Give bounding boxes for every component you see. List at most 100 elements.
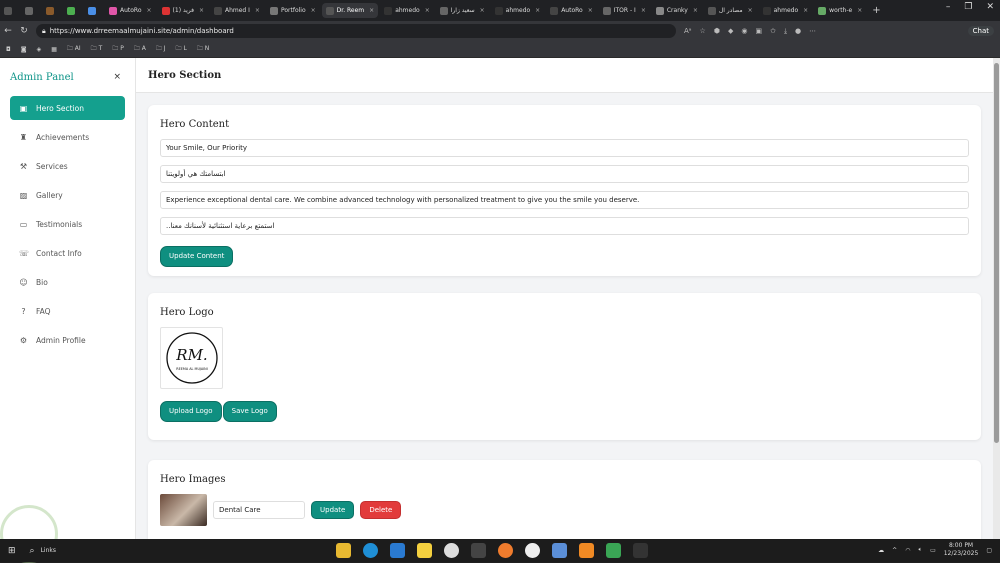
browser-tab[interactable]: (1) فريد ×: [158, 3, 208, 18]
bookmark-icon[interactable]: ◙: [21, 46, 27, 53]
app-icon[interactable]: [525, 543, 540, 558]
close-tab-icon[interactable]: ×: [803, 7, 808, 14]
favorites-icon[interactable]: ✩: [770, 27, 776, 36]
browser-tab[interactable]: [0, 3, 19, 18]
bookmark-folder[interactable]: 🗀︎ P: [112, 44, 124, 54]
close-tab-icon[interactable]: ×: [425, 7, 430, 14]
bookmark-folder[interactable]: 🗀︎ AI: [67, 44, 81, 54]
hero-title-en-input[interactable]: Your Smile, Our Priority: [160, 139, 969, 157]
close-tab-icon[interactable]: ×: [147, 7, 152, 14]
browser-tab[interactable]: [21, 3, 40, 18]
close-tab-icon[interactable]: ×: [535, 7, 540, 14]
bookmark-folder[interactable]: 🗀︎ L: [176, 44, 187, 54]
delete-image-button[interactable]: Delete: [360, 501, 402, 519]
save-logo-button[interactable]: Save Logo: [222, 400, 277, 422]
browser-tab[interactable]: Portfolio ×: [266, 3, 320, 18]
volume-icon[interactable]: 🔈︎: [918, 546, 922, 554]
close-tab-icon[interactable]: ×: [588, 7, 593, 14]
browser-tab[interactable]: worth-e ×: [814, 3, 866, 18]
weather-icon[interactable]: ☁: [878, 547, 884, 554]
sidebar-item-gallery[interactable]: ▨ Gallery: [10, 183, 125, 207]
sidebar-item-faq[interactable]: ? FAQ: [10, 299, 125, 323]
browser-tab[interactable]: ahmedo ×: [380, 3, 434, 18]
close-tab-icon[interactable]: ×: [748, 7, 753, 14]
sidebar-item-testimonials[interactable]: ▭ Testimonials: [10, 212, 125, 236]
url-field[interactable]: 🔒︎ https://www.drreemaalmujaini.site/adm…: [36, 24, 676, 38]
close-tab-icon[interactable]: ×: [199, 7, 204, 14]
taskbar-search-label[interactable]: Links: [41, 547, 56, 554]
close-tab-icon[interactable]: ×: [369, 7, 374, 14]
update-content-button[interactable]: Update Content: [160, 245, 234, 267]
update-image-button[interactable]: Update: [311, 501, 355, 519]
start-icon[interactable]: ⊞: [8, 546, 16, 556]
browser-tab[interactable]: Cranky ×: [652, 3, 702, 18]
bookmark-folder[interactable]: 🗀︎ A: [134, 44, 146, 54]
browser-tab[interactable]: ITOR - I ×: [599, 3, 650, 18]
browser-tab[interactable]: [84, 3, 103, 18]
bookmark-folder[interactable]: 🗀︎ N: [197, 44, 209, 54]
browser-tab[interactable]: مصادر ال ×: [704, 3, 757, 18]
extension-icon[interactable]: ⬢: [714, 27, 720, 36]
browser-tab[interactable]: Dr. Reem ×: [321, 3, 379, 18]
search-icon[interactable]: ⌕: [30, 546, 35, 556]
downloads-icon[interactable]: ⤓: [784, 27, 787, 36]
chat-button[interactable]: Chat: [967, 26, 994, 36]
close-window-icon[interactable]: ✕: [986, 2, 994, 12]
app-icon[interactable]: [444, 543, 459, 558]
browser-tab[interactable]: ahmedo ×: [491, 3, 545, 18]
maximize-icon[interactable]: ❐: [964, 2, 972, 12]
close-tab-icon[interactable]: ×: [480, 7, 485, 14]
wifi-icon[interactable]: ◠: [905, 547, 910, 554]
scrollbar-thumb[interactable]: [994, 63, 999, 443]
chevron-up-icon[interactable]: ^: [892, 547, 897, 554]
file-explorer-icon[interactable]: [336, 543, 351, 558]
hero-subtitle-en-input[interactable]: Experience exceptional dental care. We c…: [160, 191, 969, 209]
upload-logo-button[interactable]: Upload Logo: [160, 400, 222, 422]
battery-icon[interactable]: ▭: [930, 547, 936, 554]
sidebar-item-services[interactable]: ⚒ Services: [10, 154, 125, 178]
sidebar-item-achievements[interactable]: ♜ Achievements: [10, 125, 125, 149]
close-sidebar-icon[interactable]: ×: [113, 72, 121, 82]
close-tab-icon[interactable]: ×: [641, 7, 646, 14]
app-icon[interactable]: [471, 543, 486, 558]
page-scrollbar[interactable]: [993, 58, 1000, 539]
new-tab-icon[interactable]: +: [872, 5, 880, 16]
xampp-icon[interactable]: [579, 543, 594, 558]
browser-tab[interactable]: AutoRo ×: [546, 3, 597, 18]
sidebar-item-admin-profile[interactable]: ⚙ Admin Profile: [10, 328, 125, 352]
sidebar-item-bio[interactable]: ☺ Bio: [10, 270, 125, 294]
browser-tab[interactable]: [42, 3, 61, 18]
sidebar-item-hero-section[interactable]: ▣ Hero Section: [10, 96, 125, 120]
app-icon[interactable]: [552, 543, 567, 558]
sidebar-item-contact-info[interactable]: ☏ Contact Info: [10, 241, 125, 265]
app-icon[interactable]: [498, 543, 513, 558]
bookmark-icon[interactable]: ◈: [37, 46, 42, 53]
close-tab-icon[interactable]: ×: [255, 7, 260, 14]
bookmark-icon[interactable]: ◘: [6, 46, 11, 53]
bookmark-folder[interactable]: 🗀︎ T: [91, 44, 103, 54]
back-icon[interactable]: ←: [0, 26, 16, 36]
close-tab-icon[interactable]: ×: [311, 7, 316, 14]
image-caption-input[interactable]: Dental Care: [213, 501, 305, 519]
browser-tab[interactable]: ahmedo ×: [759, 3, 813, 18]
hero-subtitle-ar-input[interactable]: استمتع برعاية استثنائية لأسنانك معنا..: [160, 217, 969, 235]
edge-icon[interactable]: [363, 543, 378, 558]
bookmark-icon[interactable]: ▦: [51, 46, 57, 53]
vscode-icon[interactable]: [390, 543, 405, 558]
profile-icon[interactable]: ●: [795, 27, 801, 36]
hero-title-ar-input[interactable]: ابتسامتك هي أولويتنا: [160, 165, 969, 183]
terminal-icon[interactable]: [633, 543, 648, 558]
close-tab-icon[interactable]: ×: [693, 7, 698, 14]
bookmark-folder[interactable]: 🗀︎ J: [156, 44, 166, 54]
browser-tab[interactable]: [63, 3, 82, 18]
more-icon[interactable]: ⋯: [809, 27, 816, 36]
extension-icon[interactable]: ▣: [755, 27, 762, 36]
app-icon[interactable]: [606, 543, 621, 558]
minimize-icon[interactable]: –: [946, 2, 951, 12]
browser-tab[interactable]: سعيد زارا ×: [436, 3, 489, 18]
sticky-notes-icon[interactable]: [417, 543, 432, 558]
clock[interactable]: 8:00 PM 12/23/2025: [944, 542, 979, 558]
notifications-icon[interactable]: ▢: [986, 547, 992, 554]
extension-icon[interactable]: ◆: [728, 27, 733, 36]
reader-icon[interactable]: Aᵃ: [684, 27, 692, 36]
